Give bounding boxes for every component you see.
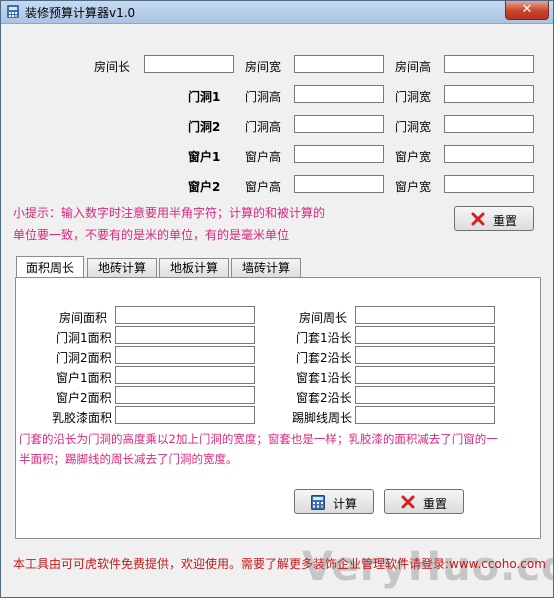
calc-button[interactable]: 计算 [294, 489, 374, 514]
paint-area-label: 乳胶漆面积 [52, 411, 113, 425]
top-reset-button[interactable]: 重置 [454, 206, 534, 231]
room-length-label: 房间长 [94, 60, 131, 74]
door2-area-input[interactable] [115, 346, 255, 364]
window1-height-label: 窗户高 [245, 150, 282, 164]
room-length-input[interactable] [144, 55, 234, 73]
door2-width-label: 门洞宽 [395, 120, 432, 134]
skirting-label: 踢脚线周长 [292, 411, 353, 425]
window2-height-label: 窗户高 [245, 180, 282, 194]
red-x-icon [401, 495, 415, 509]
door1-width-input[interactable] [444, 85, 534, 103]
window-set1-input[interactable] [355, 366, 495, 384]
window2-label: 窗户2 [188, 180, 221, 194]
hint-line-1: 小提示：输入数字时注意要用半角字符；计算的和被计算的 [13, 206, 326, 220]
room-perimeter-input[interactable] [355, 306, 495, 324]
window-set2-label: 窗套2沿长 [296, 391, 352, 405]
door1-area-label: 门洞1面积 [56, 331, 112, 345]
close-button[interactable]: ✕ [505, 1, 549, 20]
window-title: 装修预算计算器v1.0 [25, 6, 136, 20]
area-perimeter-panel: 房间面积 门洞1面积 门洞2面积 窗户1面积 窗户2面积 乳胶漆面积 房间周长 … [15, 277, 541, 539]
door2-width-input[interactable] [444, 115, 534, 133]
door-set2-label: 门套2沿长 [296, 351, 352, 365]
door2-height-input[interactable] [294, 115, 384, 133]
calc-label: 计算 [333, 497, 358, 511]
area-note: 门套的沿长为门洞的高度乘以2加上门洞的宽度；窗套也是一样；乳胶漆的面积减去了门窗… [19, 429, 539, 469]
door1-area-input[interactable] [115, 326, 255, 344]
app-window: 装修预算计算器v1.0 ✕ 房间长 房间宽 房间高 门洞1 门洞高 门洞宽 门洞… [0, 0, 554, 598]
window-set2-input[interactable] [355, 386, 495, 404]
room-perimeter-label: 房间周长 [299, 311, 348, 325]
hint-line-2: 单位要一致，不要有的是米的单位，有的是毫米单位 [13, 228, 290, 242]
tab-area-perimeter-label: 面积周长 [25, 261, 74, 275]
tab-area-perimeter[interactable]: 面积周长 [16, 256, 84, 277]
area-note-line-1: 门套的沿长为门洞的高度乘以2加上门洞的宽度；窗套也是一样；乳胶漆的面积减去了门窗… [19, 432, 498, 446]
door2-area-label: 门洞2面积 [56, 351, 112, 365]
door1-height-input[interactable] [294, 85, 384, 103]
room-area-input[interactable] [115, 306, 255, 324]
window1-label: 窗户1 [188, 150, 221, 164]
window-set1-label: 窗套1沿长 [296, 371, 352, 385]
window2-width-input[interactable] [444, 175, 534, 193]
calculator-icon [311, 495, 325, 510]
window2-height-input[interactable] [294, 175, 384, 193]
room-height-input[interactable] [444, 55, 534, 73]
door-set2-input[interactable] [355, 346, 495, 364]
door2-height-label: 门洞高 [245, 120, 282, 134]
door-set1-label: 门套1沿长 [296, 331, 352, 345]
window1-area-input[interactable] [115, 366, 255, 384]
window1-area-label: 窗户1面积 [56, 371, 112, 385]
client-area: 房间长 房间宽 房间高 门洞1 门洞高 门洞宽 门洞2 门洞高 门洞宽 窗户1 … [2, 24, 554, 597]
room-area-label: 房间面积 [59, 311, 108, 325]
app-icon [7, 5, 19, 18]
window1-height-input[interactable] [294, 145, 384, 163]
hint-text: 小提示：输入数字时注意要用半角字符；计算的和被计算的 单位要一致，不要有的是米的… [13, 202, 325, 246]
room-width-input[interactable] [294, 55, 384, 73]
tab-wall-tile-label: 墙砖计算 [241, 261, 290, 275]
window2-area-label: 窗户2面积 [56, 391, 112, 405]
door2-label: 门洞2 [188, 120, 221, 134]
skirting-input[interactable] [355, 406, 495, 424]
window2-area-input[interactable] [115, 386, 255, 404]
door1-height-label: 门洞高 [245, 90, 282, 104]
close-icon: ✕ [521, 2, 533, 17]
window1-width-label: 窗户宽 [395, 150, 432, 164]
footer-text: 本工具由可可虎软件免费提供，欢迎使用。需要了解更多装饰企业管理软件请登录:www… [13, 557, 546, 571]
door-set1-input[interactable] [355, 326, 495, 344]
tab-floor-board-label: 地板计算 [169, 261, 218, 275]
top-reset-label: 重置 [493, 214, 518, 228]
area-note-line-2: 半面积；踢脚线的周长减去了门洞的宽度。 [19, 452, 238, 466]
door1-label: 门洞1 [188, 90, 221, 104]
window1-width-input[interactable] [444, 145, 534, 163]
tab-floor-tile-label: 地砖计算 [97, 261, 146, 275]
tab-floor-tile[interactable]: 地砖计算 [87, 258, 157, 277]
door1-width-label: 门洞宽 [395, 90, 432, 104]
room-height-label: 房间高 [395, 60, 432, 74]
title-bar[interactable]: 装修预算计算器v1.0 ✕ [1, 1, 553, 24]
tab-wall-tile[interactable]: 墙砖计算 [231, 258, 301, 277]
panel-reset-button[interactable]: 重置 [384, 489, 464, 514]
window2-width-label: 窗户宽 [395, 180, 432, 194]
tab-floor-board[interactable]: 地板计算 [159, 258, 229, 277]
red-x-icon [471, 212, 485, 226]
panel-reset-label: 重置 [423, 497, 448, 511]
room-width-label: 房间宽 [245, 60, 282, 74]
paint-area-input[interactable] [115, 406, 255, 424]
